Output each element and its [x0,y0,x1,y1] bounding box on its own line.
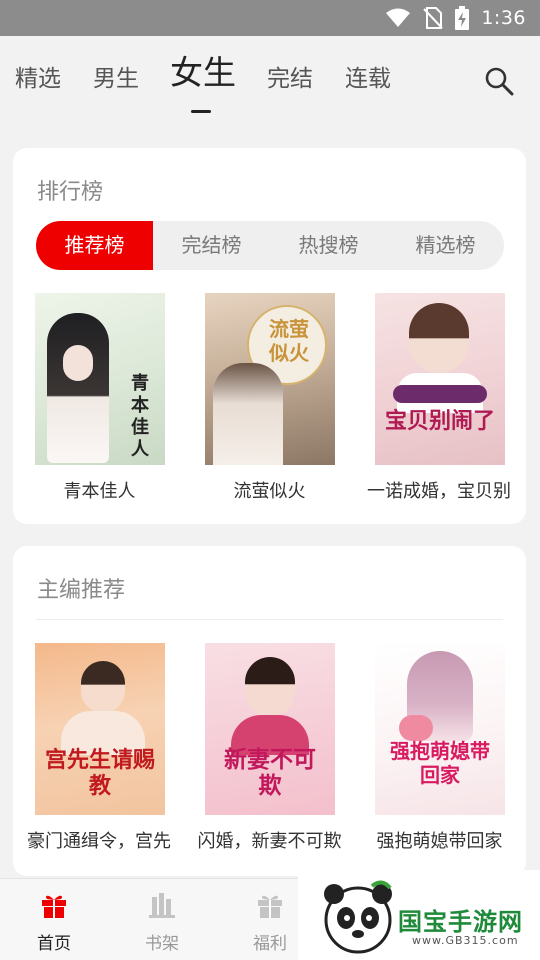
tab-completed[interactable]: 完结 [267,64,313,94]
status-icons: 1:36 [385,4,526,32]
ranking-title: 排行榜 [37,180,104,205]
book-item[interactable]: 宫先生请赐教 豪门通缉令，宫先生请赐教 [27,643,172,853]
tab-home[interactable]: 首页 [14,891,94,954]
gift-icon [42,895,66,918]
cover-title-text: 新妻不可欺 [224,746,316,799]
tab-home-label: 首页 [37,934,71,954]
ranking-tabs: 推荐榜 完结榜 热搜榜 精选榜 [36,221,504,270]
book-cover[interactable]: 宝贝别闹了 [375,293,505,465]
tab-bookshelf[interactable]: 书架 [122,891,202,954]
cover-figure [409,303,469,373]
book-cover[interactable]: 新妻不可欺 [205,643,335,815]
book-title: 流萤似火 [233,481,306,502]
tab-completed-rank[interactable]: 完结榜 [153,221,270,270]
top-category-nav: 精选 男生 女生 完结 连载 [0,36,540,136]
panda-logo-icon [324,880,392,954]
active-tab-indicator [191,110,211,113]
tab-male[interactable]: 男生 [93,64,139,94]
tab-female[interactable]: 女生 [170,56,236,89]
cover-banner [393,385,487,403]
book-title: 青本佳人 [63,481,136,502]
cover-figure [47,313,109,463]
cover-face [63,345,93,381]
book-item[interactable]: 宝贝别闹了 一诺成婚，宝贝别闹了 [367,293,512,503]
book-cover[interactable]: 宫先生请赐教 [35,643,165,815]
tab-selected[interactable]: 精选榜 [387,221,504,270]
cover-figure [81,661,125,713]
tab-hot-search[interactable]: 热搜榜 [270,221,387,270]
book-title: 强抱萌媳带回家 [376,831,503,852]
tab-featured[interactable]: 精选 [15,64,61,94]
tab-bookshelf-label: 书架 [145,934,179,954]
gift-icon [258,895,282,918]
ranking-card: 排行榜 推荐榜 完结榜 热搜榜 精选榜 青本佳人 青本佳人 流萤似火 流萤似火 … [13,148,526,524]
book-item[interactable]: 青本佳人 青本佳人 [35,293,165,503]
book-title: 闪婚，新妻不可欺 [197,831,342,852]
divider [36,619,503,620]
bookshelf-icon [149,893,175,918]
site-watermark: 国宝手游网 www.GB315.com [298,870,540,960]
editor-picks-title: 主编推荐 [37,578,126,603]
book-item[interactable]: 强抱萌媳带回家 强抱萌媳带回家 [375,643,505,853]
cover-title-text: 宝贝别闹了 [384,408,495,434]
status-time: 1:36 [481,7,526,29]
cover-title-text: 强抱萌媳带回家 [390,739,490,787]
status-bar: 1:36 [0,0,540,36]
book-cover[interactable]: 强抱萌媳带回家 [375,643,505,815]
battery-charging-icon [455,6,470,30]
tab-serializing[interactable]: 连载 [345,64,391,94]
watermark-brand: 国宝手游网 [398,908,523,936]
no-sim-icon [423,7,444,29]
cover-title-text: 宫先生请赐教 [45,747,156,799]
tab-recommended[interactable]: 推荐榜 [36,221,153,270]
cover-figure [213,363,283,465]
cover-title-text: 青本佳人 [131,373,149,460]
search-icon[interactable] [484,66,514,96]
cover-title-text: 流萤似火 [269,317,309,365]
cover-figure [245,657,295,717]
cover-bouquet [399,715,433,741]
wifi-icon [386,8,411,27]
book-item[interactable]: 流萤似火 流萤似火 [205,293,335,503]
editor-picks-card: 主编推荐 宫先生请赐教 豪门通缉令，宫先生请赐教 新妻不可欺 闪婚，新妻不可欺 … [13,546,526,876]
book-cover[interactable]: 流萤似火 [205,293,335,465]
watermark-url: www.GB315.com [412,934,519,947]
book-item[interactable]: 新妻不可欺 闪婚，新妻不可欺 [198,643,342,853]
book-cover[interactable]: 青本佳人 [35,293,165,465]
book-title: 豪门通缉令，宫先生请赐教 [27,831,172,852]
book-title: 一诺成婚，宝贝别闹了 [367,481,512,502]
